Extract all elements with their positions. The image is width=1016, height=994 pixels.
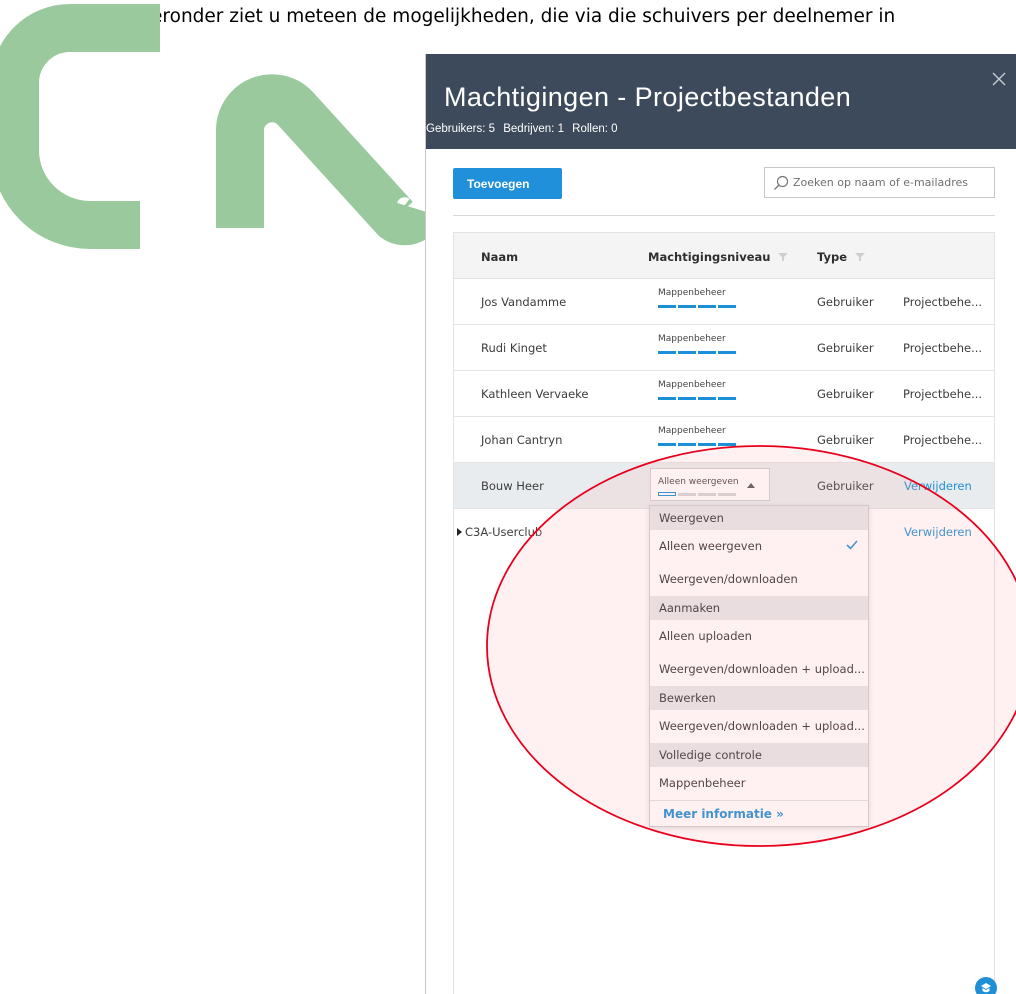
member-type: Gebruiker [817, 387, 874, 401]
member-name: Johan Cantryn [481, 433, 563, 447]
logo [0, 4, 440, 249]
column-header-type-label: Type [817, 250, 848, 264]
dropdown-option[interactable]: Weergeven/downloaden + upload... [650, 710, 868, 743]
permission-slider[interactable]: Mappenbeheer [658, 288, 748, 318]
dropdown-option[interactable]: Alleen weergeven [650, 530, 868, 563]
remove-link[interactable]: Verwijderen [904, 479, 972, 493]
member-type: Gebruiker [817, 341, 874, 355]
help-icon [981, 983, 991, 993]
dropdown-group-header: Volledige controle [650, 743, 868, 767]
permission-select[interactable]: Alleen weergeven [650, 468, 770, 501]
expand-icon[interactable] [457, 528, 462, 536]
permission-label: Mappenbeheer [658, 380, 726, 390]
column-header-type[interactable]: Type [817, 250, 866, 264]
permission-select-value: Alleen weergeven [658, 477, 739, 487]
dropdown-footer: Meer informatie » [650, 800, 868, 827]
company-name-label: C3A-Userclub [465, 525, 543, 539]
permission-label: Mappenbeheer [658, 426, 726, 436]
stat-roles: Rollen: 0 [572, 123, 618, 135]
permission-dropdown: Weergeven Alleen weergeven Weergeven/dow… [649, 505, 869, 827]
permission-slider[interactable]: Mappenbeheer [658, 334, 748, 364]
column-header-level-label: Machtigingsniveau [648, 250, 771, 264]
table-row[interactable]: Rudi Kinget Mappenbeheer Gebruiker Proje… [454, 325, 994, 371]
dropdown-option[interactable]: Weergeven/downloaden + upload... [650, 653, 868, 686]
filter-icon[interactable] [778, 252, 789, 262]
more-info-link[interactable]: Meer informatie » [663, 807, 784, 821]
search-icon [774, 175, 789, 190]
search-box[interactable] [764, 167, 995, 198]
column-header-name[interactable]: Naam [481, 250, 518, 264]
member-name: Kathleen Vervaeke [481, 387, 589, 401]
company-name[interactable]: C3A-Userclub [457, 525, 542, 539]
table-row[interactable]: Johan Cantryn Mappenbeheer Gebruiker Pro… [454, 417, 994, 463]
member-role: Projectbehe... [903, 341, 983, 355]
member-role: Projectbehe... [903, 387, 983, 401]
divider [453, 215, 995, 216]
permission-label: Mappenbeheer [658, 288, 726, 298]
permission-slider[interactable]: Mappenbeheer [658, 380, 748, 410]
permissions-panel: Machtigingen - Projectbestanden Gebruike… [425, 54, 1016, 994]
stat-companies: Bedrijven: 1 [503, 123, 564, 135]
panel-title: Machtigingen - Projectbestanden [444, 82, 852, 112]
add-button[interactable]: Toevoegen [453, 168, 562, 199]
permission-label: Mappenbeheer [658, 334, 726, 344]
dropdown-group-header: Aanmaken [650, 596, 868, 620]
column-header-level[interactable]: Machtigingsniveau [648, 250, 789, 264]
dropdown-option[interactable]: Weergeven/downloaden [650, 563, 868, 596]
table-row-selected[interactable]: Bouw Heer Alleen weergeven Gebruiker Ver… [454, 463, 994, 509]
panel-stats: Gebruikers: 5 Bedrijven: 1 Rollen: 0 [426, 123, 623, 135]
member-name: Jos Vandamme [481, 295, 567, 309]
remove-link[interactable]: Verwijderen [904, 525, 972, 539]
filter-icon[interactable] [855, 252, 866, 262]
member-name: Rudi Kinget [481, 341, 547, 355]
help-button[interactable] [975, 977, 997, 994]
member-role: Projectbehe... [903, 433, 983, 447]
dropdown-group-header: Weergeven [650, 506, 868, 530]
table-row[interactable]: Jos Vandamme Mappenbeheer Gebruiker Proj… [454, 279, 994, 325]
caret-up-icon [747, 483, 755, 488]
members-table: Naam Machtigingsniveau Type Jos Vandamme… [453, 232, 995, 994]
member-name: Bouw Heer [481, 479, 544, 493]
member-type: Gebruiker [817, 295, 874, 309]
check-icon [846, 540, 858, 550]
member-type: Gebruiker [817, 433, 874, 447]
close-icon[interactable] [990, 70, 1008, 88]
member-role: Projectbehe... [903, 295, 983, 309]
dropdown-option[interactable]: Alleen uploaden [650, 620, 868, 653]
dropdown-group-header: Bewerken [650, 686, 868, 710]
table-row[interactable]: Kathleen Vervaeke Mappenbeheer Gebruiker… [454, 371, 994, 417]
search-input[interactable] [791, 170, 991, 195]
panel-header: Machtigingen - Projectbestanden Gebruike… [426, 54, 1016, 149]
dropdown-option[interactable]: Mappenbeheer [650, 767, 868, 800]
member-type: Gebruiker [817, 479, 874, 493]
table-header: Naam Machtigingsniveau Type [454, 233, 994, 279]
stat-users: Gebruikers: 5 [426, 123, 496, 135]
permission-slider[interactable]: Mappenbeheer [658, 426, 748, 456]
